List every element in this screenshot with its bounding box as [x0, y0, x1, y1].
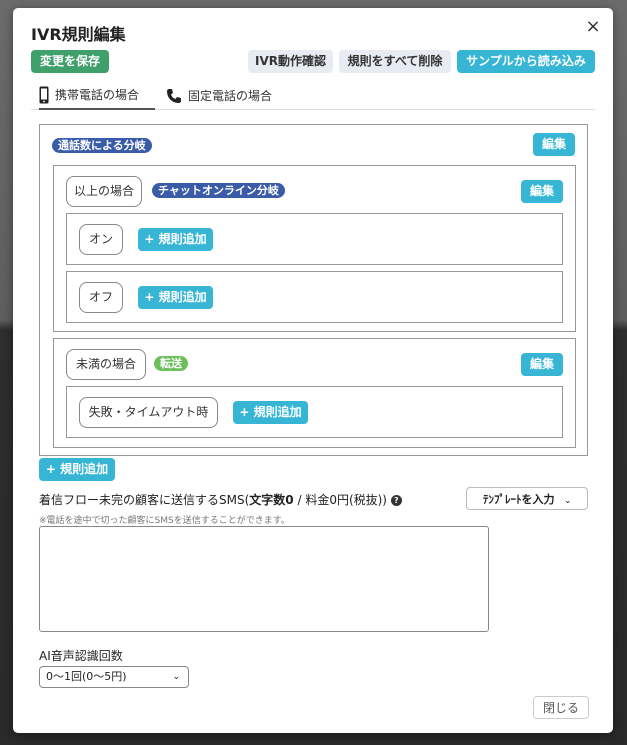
tab-mobile-label: 携帯電話の場合: [55, 88, 140, 102]
option-off-row: オフ + 規則追加: [66, 271, 563, 323]
chat-online-branch-badge: チャットオンライン分岐: [152, 183, 285, 198]
tab-landline[interactable]: 固定電話の場合: [166, 82, 296, 110]
option-off-label: オフ: [79, 282, 123, 313]
close-button[interactable]: 閉じる: [533, 696, 589, 719]
save-button[interactable]: 変更を保存: [31, 50, 109, 73]
modal-title: IVR規則編集: [31, 25, 126, 44]
condition-above-label: 以上の場合: [66, 176, 142, 207]
ivr-rule-edit-modal: IVR規則編集 × 変更を保存 IVR動作確認 規則をすべて削除 サンプルから読…: [13, 8, 613, 733]
sms-label-suffix: / 料金0円(税抜)): [293, 493, 387, 507]
rule-tree-container: 通話数による分岐 編集 以上の場合 チャットオンライン分岐 編集 オン + 規則…: [39, 124, 588, 456]
tab-mobile[interactable]: 携帯電話の場合: [39, 82, 155, 110]
close-icon[interactable]: ×: [585, 18, 601, 36]
tab-landline-label: 固定電話の場合: [188, 89, 273, 103]
chevron-down-icon: ⌄: [564, 496, 572, 505]
add-rule-off-button[interactable]: + 規則追加: [138, 286, 213, 309]
ivr-check-button[interactable]: IVR動作確認: [248, 50, 333, 73]
sms-label: 着信フロー未完の顧客に送信するSMS(文字数0 / 料金0円(税抜)) ?: [39, 491, 402, 508]
template-dropdown[interactable]: ﾃﾝﾌﾟﾚｰﾄを入力 ⌄: [466, 487, 588, 510]
branch-above: 以上の場合 チャットオンライン分岐 編集 オン + 規則追加 オフ + 規則追加: [53, 165, 576, 332]
transfer-badge: 転送: [154, 356, 188, 371]
mobile-phone-icon: [39, 86, 49, 104]
delete-all-rules-button[interactable]: 規則をすべて削除: [339, 50, 451, 73]
ai-recognition-selected: 0〜1回(0〜5円): [46, 670, 127, 683]
option-on-label: オン: [79, 224, 123, 255]
edit-branch-below-button[interactable]: 編集: [521, 353, 563, 376]
chevron-down-icon: ⌄: [172, 672, 180, 682]
ai-recognition-label: AI音声認識回数: [39, 649, 123, 663]
add-rule-on-button[interactable]: + 規則追加: [138, 228, 213, 251]
edit-root-button[interactable]: 編集: [533, 133, 575, 156]
option-timeout-row: 失敗・タイムアウト時 + 規則追加: [66, 386, 563, 438]
add-rule-timeout-button[interactable]: + 規則追加: [233, 401, 308, 424]
edit-branch-above-button[interactable]: 編集: [521, 180, 563, 203]
sms-textarea[interactable]: [39, 526, 489, 632]
ai-recognition-select[interactable]: 0〜1回(0〜5円) ⌄: [39, 666, 189, 688]
template-dropdown-label: ﾃﾝﾌﾟﾚｰﾄを入力: [482, 493, 555, 506]
option-timeout-label: 失敗・タイムアウト時: [79, 397, 218, 428]
condition-below-label: 未満の場合: [66, 349, 146, 380]
add-rule-button[interactable]: + 規則追加: [39, 458, 115, 481]
call-count-branch-badge: 通話数による分岐: [52, 138, 152, 153]
landline-phone-icon: [167, 89, 181, 103]
sms-hint: ※電話を途中で切った顧客にSMSを送信することができます。: [39, 516, 290, 526]
help-icon[interactable]: ?: [390, 495, 402, 506]
load-sample-button[interactable]: サンプルから読み込み: [457, 50, 595, 73]
phone-type-tabs: 携帯電話の場合 固定電話の場合: [31, 82, 595, 110]
branch-below: 未満の場合 転送 編集 失敗・タイムアウト時 + 規則追加: [53, 338, 576, 448]
sms-char-count: 文字数0: [249, 493, 294, 507]
option-on-row: オン + 規則追加: [66, 213, 563, 265]
sms-label-prefix: 着信フロー未完の顧客に送信するSMS(: [39, 493, 250, 507]
